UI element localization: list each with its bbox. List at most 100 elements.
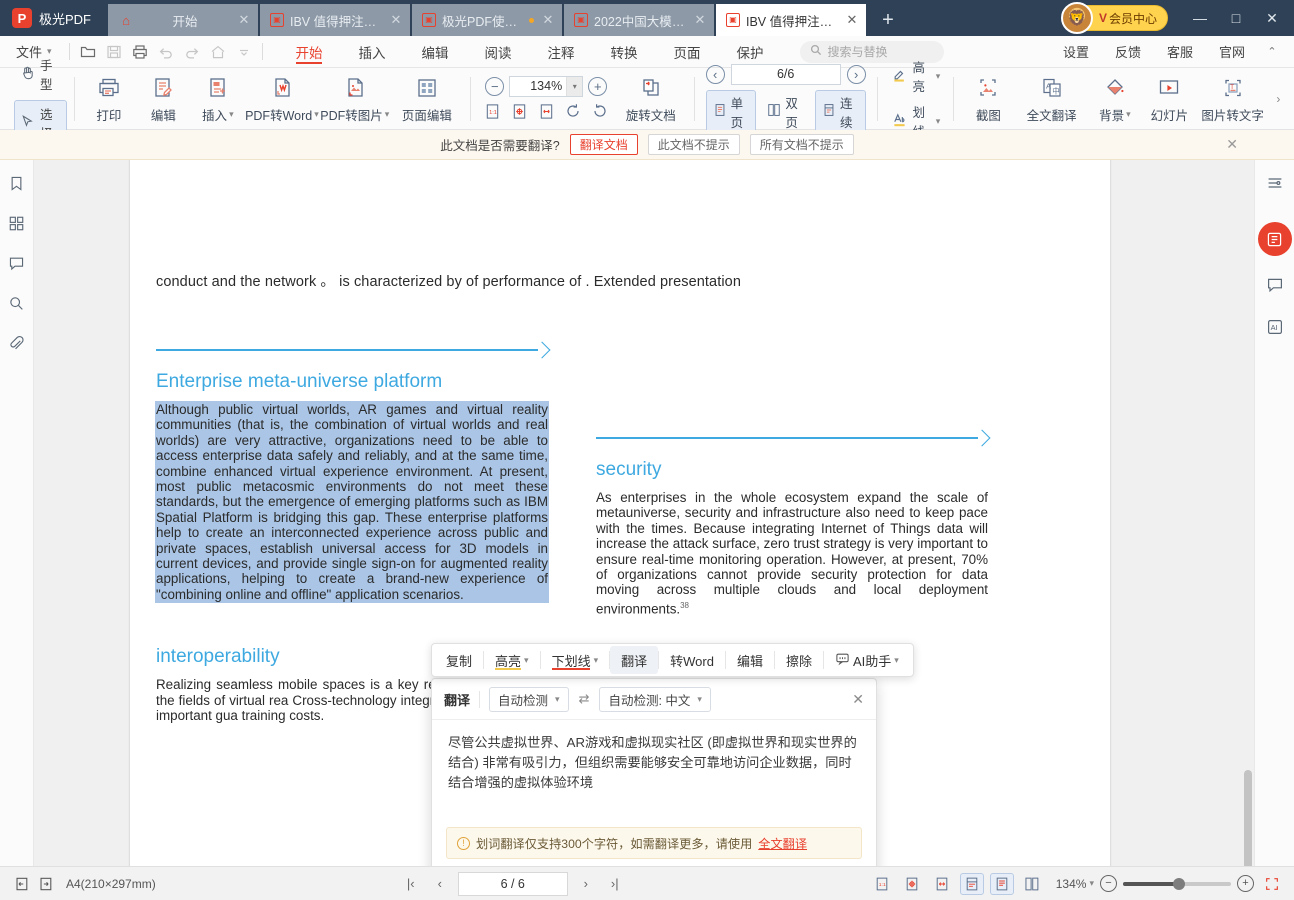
support-link[interactable]: 客服 bbox=[1154, 42, 1206, 61]
context-underline-button[interactable]: 下划线 ▾ bbox=[541, 646, 610, 674]
continuous-icon[interactable] bbox=[959, 872, 984, 895]
close-icon[interactable]: ✕ bbox=[844, 12, 860, 28]
ribbon-tab-insert[interactable]: 插入 bbox=[341, 36, 404, 67]
first-page-button[interactable]: |‹ bbox=[400, 873, 422, 895]
ai-chat-fab-icon[interactable] bbox=[1257, 222, 1292, 256]
full-translate-button[interactable]: A 中 全文翻译 bbox=[1016, 74, 1088, 124]
undo-icon[interactable] bbox=[153, 40, 179, 64]
zoom-in-button[interactable]: + bbox=[588, 76, 608, 96]
open-folder-icon[interactable] bbox=[75, 40, 101, 64]
context-copy-button[interactable]: 复制 bbox=[435, 646, 483, 674]
page-edit-button[interactable]: 页面编辑 bbox=[391, 74, 463, 124]
pdf-to-image-button[interactable]: PDF转图片 ▾ bbox=[319, 74, 391, 124]
zoom-slider[interactable] bbox=[1122, 877, 1231, 890]
page-indicator-input[interactable]: 6 / 6 bbox=[457, 871, 568, 896]
next-page-button[interactable]: › bbox=[846, 64, 866, 84]
zoom-in-button[interactable]: + bbox=[1236, 875, 1254, 892]
selected-paragraph[interactable]: Although public virtual worlds, AR games… bbox=[156, 402, 548, 603]
close-window-button[interactable]: ✕ bbox=[1254, 2, 1290, 34]
tab-document-4-active[interactable]: ▣ IBV 值得押注的七大... ✕ bbox=[716, 4, 866, 36]
ribbon-tab-convert[interactable]: 转换 bbox=[593, 36, 656, 67]
actual-size-icon[interactable]: 1:1 bbox=[482, 101, 503, 122]
zoom-out-button[interactable]: − bbox=[1099, 875, 1117, 892]
hand-tool-button[interactable]: 手型 bbox=[14, 51, 67, 97]
translate-document-button[interactable]: 翻译文档 bbox=[569, 134, 638, 155]
single-view-icon[interactable] bbox=[989, 872, 1014, 895]
print-button[interactable]: 打印 bbox=[82, 74, 136, 124]
warning-full-translate-link[interactable]: 全文翻译 bbox=[758, 834, 807, 852]
feedback-icon[interactable] bbox=[1262, 272, 1288, 298]
more-chevron-icon[interactable] bbox=[231, 40, 257, 64]
insert-button[interactable]: 插入 ▾ bbox=[191, 74, 245, 124]
vertical-scrollbar[interactable] bbox=[1244, 166, 1252, 866]
settings-link[interactable]: 设置 bbox=[1050, 42, 1102, 61]
comment-icon[interactable] bbox=[4, 250, 30, 276]
fit-page-icon[interactable] bbox=[509, 101, 530, 122]
background-button[interactable]: 背景 ▾ bbox=[1088, 74, 1142, 124]
vip-member-center-button[interactable]: 🦁 V 会员中心 bbox=[1060, 2, 1168, 34]
collapse-ribbon-icon[interactable]: ⌃ bbox=[1258, 45, 1286, 58]
context-highlight-button[interactable]: 高亮 ▾ bbox=[484, 646, 540, 674]
chevron-down-icon[interactable]: ▾ bbox=[566, 76, 583, 96]
zoom-level-dropdown[interactable]: 134% ▾ bbox=[1056, 877, 1094, 891]
document-viewport[interactable]: conduct and the network 。 is characteriz… bbox=[34, 160, 1254, 866]
scrollbar-thumb[interactable] bbox=[1244, 770, 1252, 866]
dismiss-document-button[interactable]: 此文档不提示 bbox=[647, 134, 740, 155]
maximize-button[interactable]: □ bbox=[1218, 2, 1254, 34]
highlight-button[interactable]: 高亮 ▾ bbox=[891, 57, 941, 95]
context-translate-button[interactable]: 翻译 bbox=[610, 646, 659, 674]
view-double-page-button[interactable]: 双页 bbox=[760, 90, 811, 134]
fullscreen-icon[interactable] bbox=[1260, 873, 1284, 895]
swap-arrows-icon[interactable]: ⇄ bbox=[578, 691, 591, 707]
context-to-word-button[interactable]: 转Word bbox=[659, 646, 725, 674]
fit-page-icon[interactable] bbox=[900, 873, 924, 895]
context-ai-assistant-button[interactable]: AI助手 ▾ bbox=[824, 646, 910, 674]
edit-button[interactable]: 编辑 bbox=[136, 74, 190, 124]
close-icon[interactable]: ✕ bbox=[236, 12, 252, 28]
ribbon-tab-comment[interactable]: 注释 bbox=[530, 36, 593, 67]
pdf-to-word-button[interactable]: PDF转Word ▾ bbox=[245, 74, 319, 124]
close-icon[interactable]: ✕ bbox=[1226, 136, 1238, 153]
ocr-button[interactable]: T 图片转文字 bbox=[1197, 74, 1269, 124]
target-language-select[interactable]: 自动检测: 中文 ▾ bbox=[599, 686, 711, 712]
rotate-document-button[interactable]: 旋转文档 bbox=[615, 74, 687, 124]
double-view-icon[interactable] bbox=[1020, 873, 1044, 895]
rotate-right-icon[interactable] bbox=[590, 101, 611, 122]
source-language-select[interactable]: 自动检测 ▾ bbox=[489, 686, 569, 712]
bookmark-icon[interactable] bbox=[4, 170, 30, 196]
expand-left-panel-icon[interactable] bbox=[34, 873, 58, 895]
ribbon-tab-page[interactable]: 页面 bbox=[656, 36, 719, 67]
panel-toggle-icon[interactable] bbox=[1262, 170, 1288, 196]
tab-document-1[interactable]: ▣ IBV 值得押注的七... ✕ bbox=[260, 4, 410, 36]
print-icon[interactable] bbox=[127, 40, 153, 64]
collapse-left-panel-icon[interactable] bbox=[10, 873, 34, 895]
ribbon-tab-start[interactable]: 开始 bbox=[278, 36, 341, 67]
thumbnails-icon[interactable] bbox=[4, 210, 30, 236]
close-icon[interactable]: ✕ bbox=[692, 12, 708, 28]
save-icon[interactable] bbox=[101, 40, 127, 64]
view-continuous-button[interactable]: 连续 bbox=[815, 89, 866, 134]
ai-icon[interactable]: AI bbox=[1262, 314, 1288, 340]
chevron-down-icon[interactable]: ▾ bbox=[936, 116, 941, 127]
security-paragraph[interactable]: As enterprises in the whole ecosystem ex… bbox=[596, 490, 988, 617]
home-icon[interactable] bbox=[205, 40, 231, 64]
ribbon-tab-edit[interactable]: 编辑 bbox=[404, 36, 467, 67]
rotate-left-icon[interactable] bbox=[563, 101, 584, 122]
toolbar-expand-icon[interactable]: › bbox=[1269, 92, 1288, 106]
zoom-out-button[interactable]: − bbox=[485, 76, 505, 96]
minimize-button[interactable]: — bbox=[1182, 2, 1218, 34]
last-page-button[interactable]: ›| bbox=[604, 873, 626, 895]
feedback-link[interactable]: 反馈 bbox=[1102, 42, 1154, 61]
close-icon[interactable]: ✕ bbox=[388, 12, 404, 28]
chevron-down-icon[interactable]: ▾ bbox=[936, 71, 941, 82]
close-icon[interactable]: ✕ bbox=[852, 691, 864, 708]
previous-page-button[interactable]: ‹ bbox=[429, 873, 451, 895]
website-link[interactable]: 官网 bbox=[1206, 42, 1258, 61]
view-single-page-button[interactable]: 单页 bbox=[705, 89, 757, 134]
zoom-level-input[interactable]: 134% ▾ bbox=[509, 75, 584, 97]
previous-page-button[interactable]: ‹ bbox=[705, 64, 725, 84]
zoom-slider-knob[interactable] bbox=[1172, 877, 1185, 890]
search-icon[interactable] bbox=[4, 290, 30, 316]
fit-width-icon[interactable] bbox=[930, 873, 954, 895]
screenshot-button[interactable]: 截图 bbox=[961, 74, 1015, 124]
